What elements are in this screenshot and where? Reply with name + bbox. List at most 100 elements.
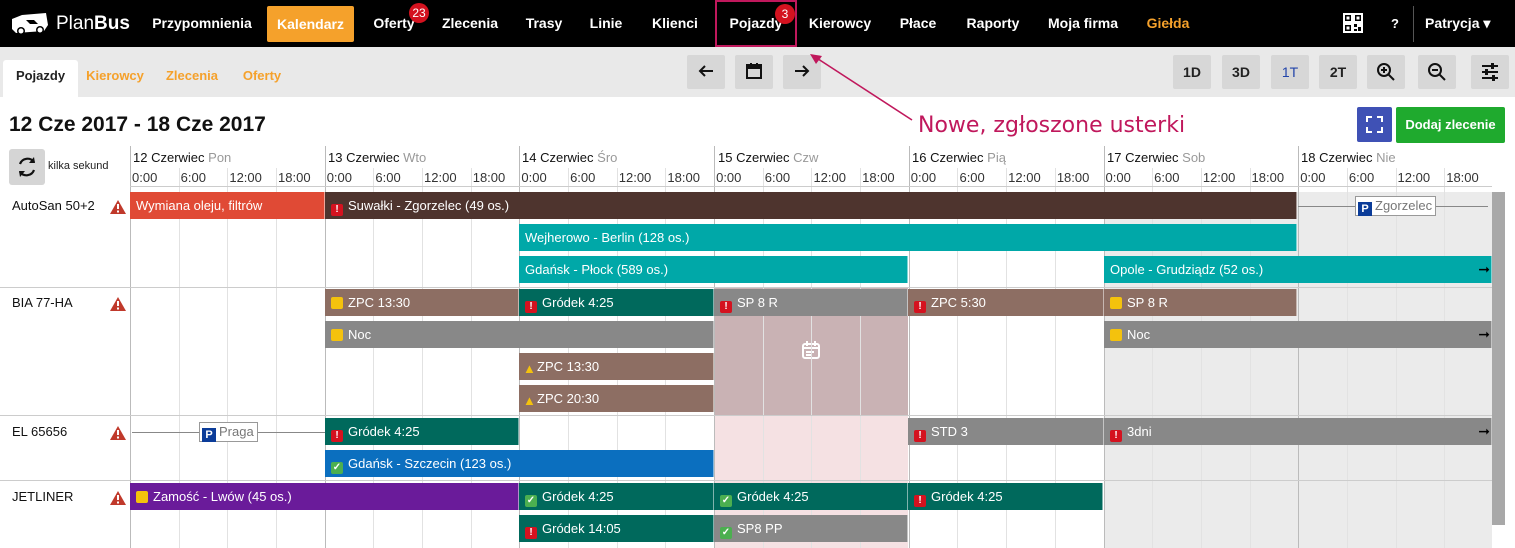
qr-code-icon[interactable] (1343, 13, 1363, 33)
event-bar[interactable]: Opole - Grudziądz (52 os.) ➞ (1104, 256, 1492, 283)
event-bar[interactable]: SP 8 R (1104, 289, 1297, 316)
hour-label: 12:00 (424, 170, 457, 185)
event-bar[interactable]: ▲ZPC 13:30 (519, 353, 714, 380)
row-divider (0, 480, 1492, 481)
warning-icon[interactable] (110, 200, 126, 214)
pojazdy-badge: 3 (775, 4, 795, 24)
hour-label: 12:00 (229, 170, 262, 185)
event-bar[interactable]: ! Gródek 4:25 (908, 483, 1103, 510)
nav-linie[interactable]: Linie (582, 0, 630, 47)
event-bar[interactable]: ! Suwałki - Zgorzelec (49 os.) (325, 192, 1297, 219)
nav-klienci[interactable]: Klienci (644, 0, 706, 47)
vehicle-name[interactable]: BIA 77-HA (12, 295, 73, 310)
hour-label: 0:00 (1105, 170, 1131, 185)
zoom-1t-button[interactable]: 1T (1271, 55, 1309, 89)
filter-settings-button[interactable] (1471, 55, 1509, 89)
nav-przypomnienia[interactable]: Przypomnienia (147, 0, 257, 47)
tab-oferty[interactable]: Oferty (236, 60, 288, 97)
parking-marker[interactable]: P Zgorzelec (1355, 196, 1437, 216)
warning-triangle-icon: ▲ (523, 393, 536, 408)
prev-period-button[interactable] (687, 55, 725, 89)
check-icon: ✓ (331, 462, 343, 474)
hour-label: 0:00 (910, 170, 937, 185)
hour-label: 6:00 (1348, 170, 1375, 185)
nav-kalendarz[interactable]: Kalendarz (267, 6, 354, 42)
comment-icon (1110, 329, 1122, 341)
zoom-out-button[interactable] (1418, 55, 1456, 89)
warning-triangle-icon: ▲ (523, 361, 536, 376)
nav-zlecenia[interactable]: Zlecenia (436, 0, 504, 47)
tab-pojazdy[interactable]: Pojazdy (3, 60, 78, 97)
event-bar[interactable]: ! STD 3 (908, 418, 1104, 445)
nav-oferty[interactable]: Oferty 23 (364, 0, 429, 47)
event-bar[interactable]: ▲ZPC 20:30 (519, 385, 714, 412)
row-divider (0, 415, 1492, 416)
event-bar[interactable]: ! Gródek 4:25 (325, 418, 519, 445)
nav-place[interactable]: Płace (893, 0, 943, 47)
timeline-scrollbar[interactable] (1492, 192, 1505, 525)
date-picker-button[interactable] (735, 55, 773, 89)
event-bar[interactable]: ! ZPC 5:30 (908, 289, 1104, 316)
header-divider (130, 186, 1492, 187)
tab-kierowcy[interactable]: Kierowcy (82, 60, 148, 97)
event-bar[interactable]: ✓ SP8 PP (714, 515, 908, 542)
row-divider (0, 287, 1492, 288)
parking-marker[interactable]: P Praga (199, 422, 258, 442)
event-bar[interactable]: ✓ Gródek 4:25 (519, 483, 714, 510)
hour-label: 18:00 (862, 170, 895, 185)
event-bar[interactable]: ✓ Gródek 4:25 (714, 483, 908, 510)
zoom-2t-button[interactable]: 2T (1319, 55, 1357, 89)
hour-label: 18:00 (278, 170, 311, 185)
help-button[interactable]: ? (1385, 0, 1405, 47)
zoom-in-button[interactable] (1367, 55, 1405, 89)
fullscreen-button[interactable] (1357, 107, 1392, 142)
vehicle-timeline: 12 Czerwiec Pon 13 Czerwiec Wto 14 Czerw… (0, 146, 1515, 548)
day-label: 15 Czerwiec Czw (718, 150, 819, 165)
event-bar[interactable]: Gdańsk - Płock (589 os.) (519, 256, 908, 283)
nav-trasy[interactable]: Trasy (518, 0, 570, 47)
event-bar[interactable]: Noc ➞ (1104, 321, 1492, 348)
annotation-label: Nowe, zgłoszone usterki (918, 113, 1186, 138)
day-label: 13 Czerwiec Wto (328, 150, 427, 165)
event-bar[interactable]: Wejherowo - Berlin (128 os.) (519, 224, 1297, 251)
hour-gridline (1444, 168, 1445, 548)
nav-pojazdy[interactable]: Pojazdy 3 (715, 0, 797, 47)
vehicle-name[interactable]: EL 65656 (12, 424, 67, 439)
oferty-badge: 23 (409, 3, 429, 23)
comment-icon (1110, 297, 1122, 309)
nav-gielda[interactable]: Giełda (1140, 0, 1196, 47)
warning-icon[interactable] (110, 297, 126, 311)
user-menu[interactable]: Patrycja ▾ (1425, 0, 1490, 47)
event-bar[interactable]: ! Gródek 4:25 (519, 289, 714, 316)
planbus-logo[interactable]: PlanBus (10, 10, 130, 38)
warning-icon[interactable] (110, 491, 126, 505)
nav-raporty[interactable]: Raporty (960, 0, 1026, 47)
warning-icon[interactable] (110, 426, 126, 440)
event-bar[interactable]: Wymiana oleju, filtrów (130, 192, 325, 219)
continues-arrow-icon: ➞ (1478, 326, 1490, 342)
zoom-1d-button[interactable]: 1D (1173, 55, 1211, 89)
zoom-3d-button[interactable]: 3D (1222, 55, 1260, 89)
add-order-button[interactable]: Dodaj zlecenie (1396, 107, 1505, 143)
continues-arrow-icon: ➞ (1478, 423, 1490, 439)
calendar-icon (746, 63, 762, 79)
event-bar[interactable]: Zamość - Lwów (45 os.) (130, 483, 519, 510)
hour-label: 18:00 (1251, 170, 1285, 185)
event-bar[interactable]: ZPC 13:30 (325, 289, 519, 316)
event-bar[interactable]: ! SP 8 R (714, 289, 908, 316)
alert-icon: ! (720, 301, 732, 313)
event-bar[interactable]: ✓ Gdańsk - Szczecin (123 os.) (325, 450, 714, 477)
alert-icon: ! (331, 204, 343, 216)
day-label: 17 Czerwiec Sob (1107, 150, 1206, 165)
event-bar[interactable]: Noc (325, 321, 714, 348)
vehicle-name[interactable]: JETLINER (12, 489, 73, 504)
nav-moja-firma[interactable]: Moja firma (1041, 0, 1125, 47)
event-bar[interactable]: ! Gródek 14:05 (519, 515, 714, 542)
day-label: 16 Czerwiec Pią (912, 150, 1006, 165)
tab-zlecenia[interactable]: Zlecenia (162, 60, 222, 97)
hour-label: 12:00 (618, 170, 652, 185)
vehicle-name[interactable]: AutoSan 50+2 (12, 198, 95, 213)
event-bar[interactable]: ! 3dni ➞ (1104, 418, 1492, 445)
nav-kierowcy[interactable]: Kierowcy (804, 0, 876, 47)
alert-icon: ! (331, 430, 343, 442)
